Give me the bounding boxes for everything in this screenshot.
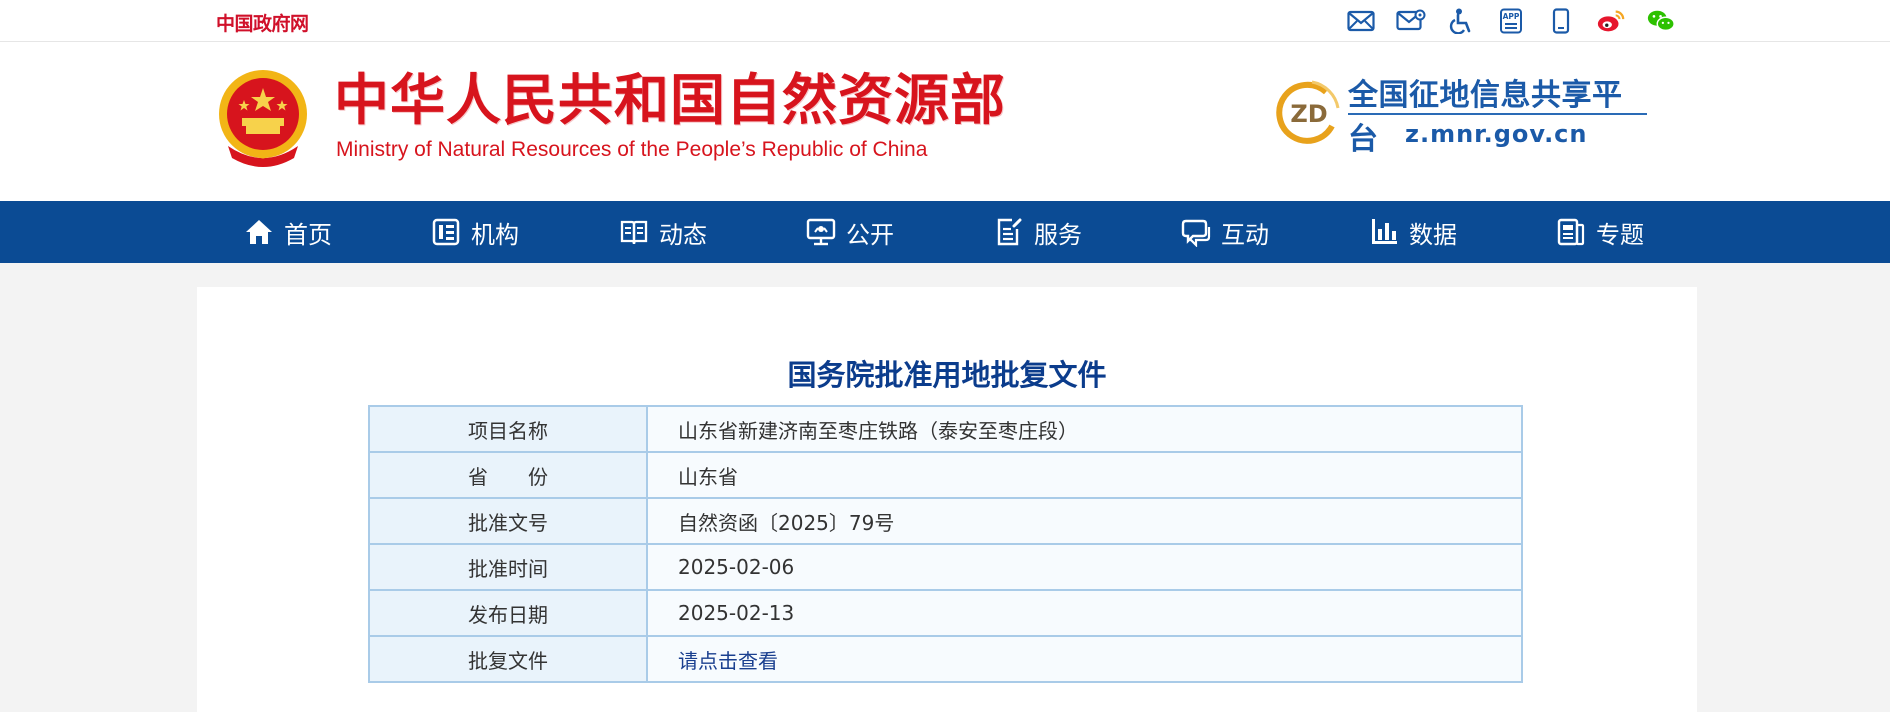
table-row: 省 份 山东省 bbox=[368, 451, 1523, 499]
nav-item-home[interactable]: 首页 bbox=[244, 201, 332, 263]
data-icon bbox=[1372, 219, 1397, 244]
gov-portal-link[interactable]: 中国政府网 bbox=[216, 9, 309, 36]
platform-divider bbox=[1348, 113, 1647, 115]
disclosure-icon bbox=[806, 218, 836, 246]
weibo-icon[interactable] bbox=[1596, 7, 1626, 35]
service-icon bbox=[997, 218, 1022, 246]
document-title: 国务院批准用地批复文件 bbox=[787, 358, 1107, 392]
accessibility-icon[interactable] bbox=[1446, 7, 1476, 35]
row-value: 山东省新建济南至枣庄铁路（泰安至枣庄段） bbox=[646, 405, 1523, 453]
app-icon[interactable]: APP bbox=[1496, 7, 1526, 35]
row-value: 2025-02-06 bbox=[646, 543, 1523, 591]
row-key: 发布日期 bbox=[368, 589, 648, 637]
table-row: 批准文号 自然资函〔2025〕79号 bbox=[368, 497, 1523, 545]
row-key: 省 份 bbox=[368, 451, 648, 499]
table-row: 发布日期 2025-02-13 bbox=[368, 589, 1523, 637]
news-icon bbox=[620, 220, 648, 245]
table-row: 批准时间 2025-02-06 bbox=[368, 543, 1523, 591]
row-key: 批复文件 bbox=[368, 635, 648, 683]
nav-item-news[interactable]: 动态 bbox=[619, 201, 707, 263]
topic-icon bbox=[1557, 218, 1585, 246]
site-name-cn: 中华人民共和国自然资源部 bbox=[334, 68, 1007, 132]
table-row: 项目名称 山东省新建济南至枣庄铁路（泰安至枣庄段） bbox=[368, 405, 1523, 453]
organization-icon bbox=[432, 218, 460, 246]
nav-item-data[interactable]: 数据 bbox=[1369, 201, 1457, 263]
nav-item-topic[interactable]: 专题 bbox=[1556, 201, 1644, 263]
row-key: 批准时间 bbox=[368, 543, 648, 591]
nav-label: 动态 bbox=[659, 220, 707, 249]
svg-text:APP: APP bbox=[1503, 12, 1520, 21]
nav-label: 专题 bbox=[1596, 220, 1644, 249]
nav-label: 机构 bbox=[471, 220, 519, 249]
site-header: 中华人民共和国自然资源部 Ministry of Natural Resourc… bbox=[0, 42, 1890, 201]
nav-item-interaction[interactable]: 互动 bbox=[1181, 201, 1269, 263]
row-value: 自然资函〔2025〕79号 bbox=[646, 497, 1523, 545]
main-nav: 首页 机构 动态 公开 服务 互动 数据 专题 bbox=[0, 201, 1890, 263]
row-value: 2025-02-13 bbox=[646, 589, 1523, 637]
zd-badge-text: ZD bbox=[1290, 100, 1327, 128]
nav-label: 公开 bbox=[846, 220, 894, 249]
nav-label: 数据 bbox=[1409, 220, 1457, 249]
row-value: 山东省 bbox=[646, 451, 1523, 499]
nav-item-service[interactable]: 服务 bbox=[994, 201, 1082, 263]
top-icon-group: APP bbox=[1346, 7, 1676, 35]
mobile-icon[interactable] bbox=[1546, 7, 1576, 35]
nav-item-organization[interactable]: 机构 bbox=[431, 201, 519, 263]
view-approval-file-link[interactable]: 请点击查看 bbox=[678, 649, 778, 673]
national-emblem-icon bbox=[214, 66, 312, 172]
table-row: 批复文件 请点击查看 bbox=[368, 635, 1523, 683]
platform-url[interactable]: z.mnr.gov.cn bbox=[1405, 120, 1588, 148]
approval-info-table: 项目名称 山东省新建济南至枣庄铁路（泰安至枣庄段） 省 份 山东省 批准文号 自… bbox=[368, 405, 1523, 683]
nav-item-disclosure[interactable]: 公开 bbox=[806, 201, 894, 263]
wechat-icon[interactable] bbox=[1646, 7, 1676, 35]
top-bar: 中国政府网 APP bbox=[0, 0, 1890, 42]
row-key: 批准文号 bbox=[368, 497, 648, 545]
content-panel: 国务院批准用地批复文件 项目名称 山东省新建济南至枣庄铁路（泰安至枣庄段） 省 … bbox=[197, 287, 1697, 712]
row-key: 项目名称 bbox=[368, 405, 648, 453]
home-icon bbox=[246, 220, 272, 244]
nav-label: 互动 bbox=[1221, 220, 1269, 249]
zd-platform-logo-icon[interactable]: ZD bbox=[1276, 78, 1342, 148]
mail-icon[interactable] bbox=[1346, 7, 1376, 35]
nav-label: 服务 bbox=[1034, 220, 1082, 249]
site-name-en: Ministry of Natural Resources of the Peo… bbox=[336, 138, 928, 161]
nav-label: 首页 bbox=[284, 220, 332, 249]
interaction-icon bbox=[1181, 219, 1211, 247]
mail-settings-icon[interactable] bbox=[1396, 7, 1426, 35]
